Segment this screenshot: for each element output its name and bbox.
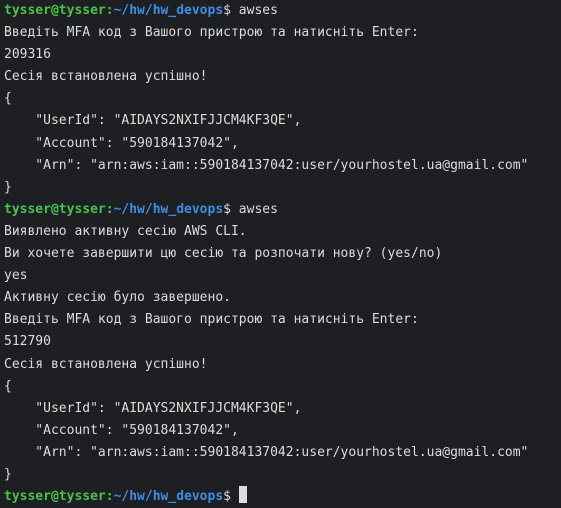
prompt-symbol: $ — [223, 3, 231, 18]
output-line: yes — [4, 268, 28, 284]
output-line: } — [4, 179, 12, 195]
prompt-separator: : — [105, 489, 114, 505]
output-line: { — [4, 378, 12, 394]
output-line: "Account": "590184137042", — [4, 135, 239, 151]
prompt-symbol: $ — [223, 201, 231, 217]
prompt-path: ~/hw/hw_devops — [113, 201, 224, 217]
output-line: Введіть MFA код з Вашого пристрою та нат… — [4, 312, 419, 328]
prompt-user-host: tysser@tysser — [4, 201, 106, 217]
output-line: "UserId": "AIDAYS2NXIFJJCM4KF3QE", — [4, 113, 302, 129]
terminal-window[interactable]: tysser@tysser:~/hw/hw_devops$ awses Введ… — [0, 0, 561, 508]
output-line: 512790 — [4, 334, 51, 350]
output-line: Ви хочете завершити цю сесію та розпочат… — [4, 246, 443, 262]
prompt-user-host: tysser@tysser — [4, 489, 106, 505]
command-input[interactable] — [231, 489, 239, 504]
output-line: Сесія встановлена успішно! — [4, 69, 208, 85]
command-text: awses — [230, 201, 278, 217]
prompt-separator: : — [105, 3, 114, 18]
prompt-line[interactable]: tysser@tysser:~/hw/hw_devops$ — [4, 486, 561, 508]
output-line: } — [4, 466, 12, 482]
prompt-line: tysser@tysser:~/hw/hw_devops$ awses — [4, 199, 561, 221]
output-line: { — [4, 91, 12, 107]
prompt-path: ~/hw/hw_devops — [113, 489, 224, 505]
output-line: "Arn": "arn:aws:iam::590184137042:user/y… — [4, 444, 529, 460]
text-cursor — [238, 486, 247, 504]
output-line: Активну сесію було завершено. — [4, 290, 231, 306]
prompt-path: ~/hw/hw_devops — [113, 3, 224, 18]
prompt-line: tysser@tysser:~/hw/hw_devops$ awses — [4, 0, 561, 22]
prompt-symbol: $ — [223, 489, 231, 505]
prompt-separator: : — [105, 201, 114, 217]
output-line: Виявлено активну сесію AWS CLI. — [4, 223, 247, 239]
output-line: Введіть MFA код з Вашого пристрою та нат… — [4, 25, 419, 41]
output-line: "Account": "590184137042", — [4, 422, 239, 438]
prompt-user-host: tysser@tysser — [4, 3, 106, 18]
output-line: Сесія встановлена успішно! — [4, 356, 208, 372]
output-line: "Arn": "arn:aws:iam::590184137042:user/y… — [4, 157, 529, 173]
output-line: 209316 — [4, 47, 51, 63]
command-text: awses — [230, 3, 278, 18]
output-line: "UserId": "AIDAYS2NXIFJJCM4KF3QE", — [4, 400, 302, 416]
